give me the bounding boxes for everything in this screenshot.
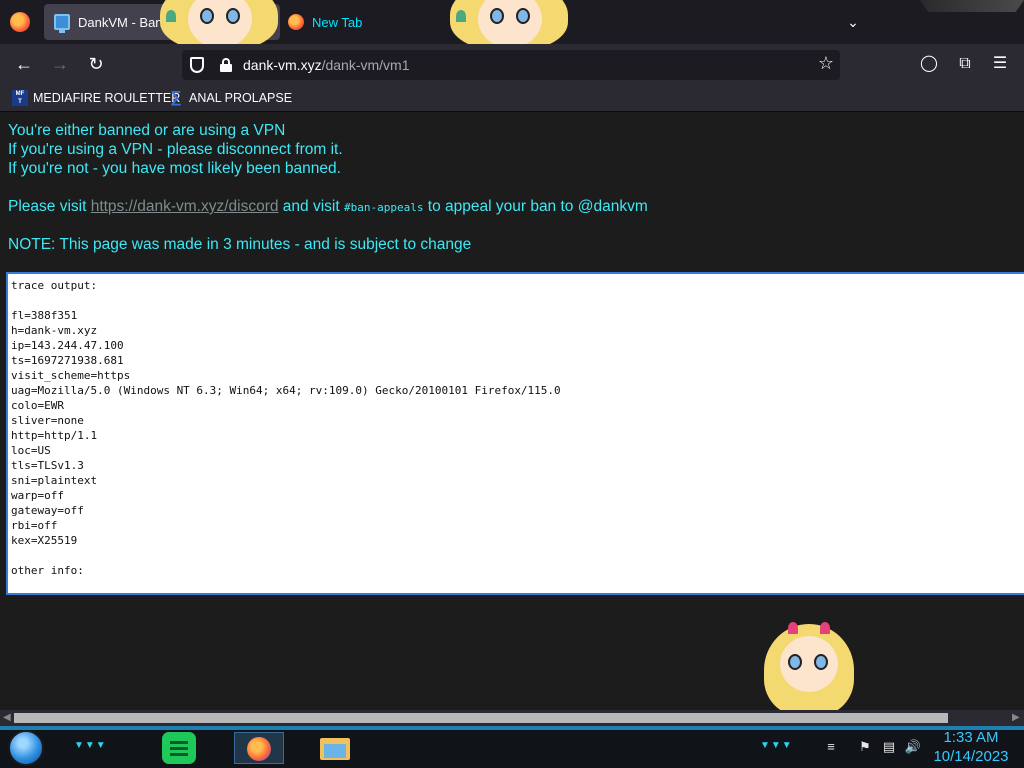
mediafire-icon: MF T (12, 90, 28, 106)
forward-arrow-icon[interactable]: → (48, 52, 72, 76)
horizontal-scrollbar[interactable]: ◀ ▶ (0, 710, 1024, 726)
scrollbar-thumb[interactable] (14, 713, 948, 723)
pocket-icon[interactable]: ◯ (918, 53, 940, 75)
url-path: /dank-vm/vm1 (321, 57, 410, 73)
trace-output-textarea[interactable]: trace output: fl=388f351 h=dank-vm.xyz i… (6, 272, 1024, 595)
firefox-taskbar-icon[interactable] (234, 732, 284, 764)
url-bar[interactable]: dank-vm.xyz/dank-vm/vm1 ☆ (182, 50, 840, 80)
bookmark-mediafire-rouletter[interactable]: MF T MEDIAFIRE ROULETTER (12, 89, 180, 107)
note-line: NOTE: This page was made in 3 minutes - … (8, 236, 472, 253)
monitor-icon (54, 14, 70, 33)
tab-label: New Tab (312, 14, 363, 30)
window-frame-decoration (920, 0, 1024, 12)
banned-message-line: If you're not - you have most likely bee… (8, 160, 341, 177)
network-icon[interactable]: ▤ (880, 738, 898, 756)
tab-new-tab[interactable]: New Tab (278, 4, 478, 40)
sigma-icon: ∑ (170, 89, 182, 106)
bookmark-anal-prolapse[interactable]: ∑ ANAL PROLAPSE (168, 89, 292, 107)
scroll-right-arrow-icon[interactable]: ▶ (1012, 712, 1020, 723)
menu-hamburger-icon[interactable]: ☰ (989, 53, 1011, 75)
tracking-protection-shield-icon[interactable] (190, 57, 204, 73)
bookmark-label: ANAL PROLAPSE (189, 91, 293, 105)
ban-appeals-channel: #ban-appeals (343, 201, 424, 214)
system-clock[interactable]: 1:33 AM 10/14/2023 (926, 728, 1016, 766)
appeal-suffix: to appeal your ban to @dankvm (423, 198, 648, 215)
taskbar-decoration: ▼▼▼ (74, 740, 107, 751)
firefox-view-icon[interactable] (10, 12, 30, 32)
tab-label: DankVM - Bann (78, 14, 170, 30)
bookmark-label: MEDIAFIRE ROULETTER (33, 91, 181, 105)
bookmarks-toolbar: MF T MEDIAFIRE ROULETTER ∑ ANAL PROLAPSE (0, 84, 1024, 112)
page-content: You're either banned or are using a VPN … (0, 112, 1024, 710)
reload-icon[interactable]: ↻ (84, 52, 108, 76)
appeal-middle: and visit (278, 198, 344, 215)
clock-date: 10/14/2023 (933, 748, 1009, 765)
lock-icon[interactable] (220, 58, 232, 72)
appeal-instructions: Please visit https://dank-vm.xyz/discord… (8, 198, 648, 216)
url-domain: dank-vm.xyz (243, 57, 322, 73)
character-sticker (764, 618, 854, 710)
clock-time: 1:33 AM (943, 729, 999, 746)
notes-app-icon[interactable] (162, 732, 196, 764)
action-center-flag-icon[interactable]: ⚑ (856, 738, 874, 756)
ban-message-line: You're either banned or are using a VPN (8, 122, 286, 139)
taskbar-accent-strip (0, 726, 1024, 730)
vpn-message-line: If you're using a VPN - please disconnec… (8, 141, 343, 158)
list-all-tabs-button[interactable]: ⌄ (842, 12, 864, 32)
discord-link[interactable]: https://dank-vm.xyz/discord (91, 198, 279, 215)
navigation-bar: ← → ↻ dank-vm.xyz/dank-vm/vm1 ☆ ◯ ⧉ ☰ (0, 44, 1024, 84)
scroll-left-arrow-icon[interactable]: ◀ (3, 712, 11, 723)
volume-icon[interactable]: 🔊 (904, 738, 922, 756)
back-arrow-icon[interactable]: ← (12, 52, 36, 76)
taskbar: ▼▼▼ ▼▼▼ ≡ ⚑ ▤ 🔊 1:33 AM 10/14/2023 (0, 726, 1024, 768)
extensions-puzzle-icon[interactable]: ⧉ (954, 53, 976, 75)
taskbar-decoration: ▼▼▼ (760, 740, 793, 751)
bookmark-star-icon[interactable]: ☆ (818, 53, 834, 74)
firefox-icon (288, 14, 304, 30)
url-text[interactable]: dank-vm.xyz/dank-vm/vm1 (243, 57, 410, 73)
appeal-prefix: Please visit (8, 198, 91, 215)
start-orb-icon[interactable] (8, 730, 44, 766)
file-explorer-icon[interactable] (318, 732, 352, 764)
tray-overflow-icon[interactable]: ≡ (822, 738, 840, 756)
